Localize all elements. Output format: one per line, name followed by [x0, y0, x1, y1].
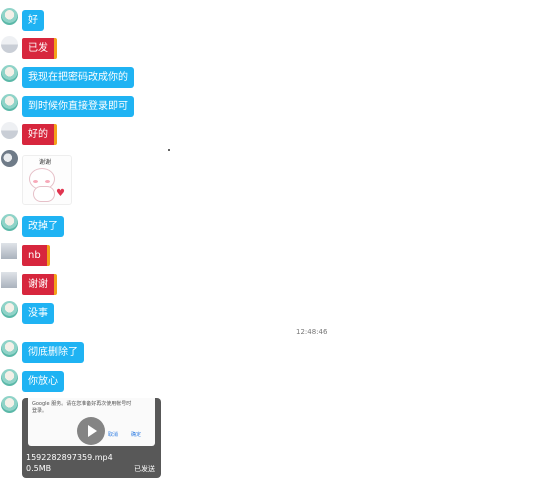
video-filename: 1592282897359.mp4	[26, 453, 113, 462]
message-bubble[interactable]: 好	[22, 10, 44, 31]
video-message[interactable]: Google 服务。请在您准备好再次使用帐号时登录。 取消 确定 1592282…	[22, 398, 161, 478]
contact-avatar[interactable]	[1, 94, 18, 111]
contact-avatar[interactable]	[1, 150, 18, 167]
message-bubble[interactable]: 彻底删除了	[22, 342, 84, 363]
message-bubble[interactable]: 我现在把密码改成你的	[22, 67, 134, 88]
message-bubble[interactable]: 好的	[22, 124, 57, 145]
message-bubble[interactable]: 你放心	[22, 371, 64, 392]
contact-avatar[interactable]	[1, 65, 18, 82]
sticker-caption: 谢谢	[39, 159, 52, 166]
heart-icon: ♥	[56, 188, 65, 199]
contact-avatar[interactable]	[1, 340, 18, 357]
cat-body	[33, 186, 55, 202]
stray-dot	[168, 149, 170, 151]
message-bubble[interactable]: nb	[22, 245, 50, 266]
contact-avatar[interactable]	[1, 243, 17, 259]
message-bubble[interactable]: 已发	[22, 38, 57, 59]
play-icon[interactable]	[77, 417, 105, 445]
message-bubble[interactable]: 没事	[22, 303, 54, 324]
contact-avatar[interactable]	[1, 369, 18, 386]
message-bubble[interactable]: 改掉了	[22, 216, 64, 237]
message-bubble[interactable]: 谢谢	[22, 274, 57, 295]
contact-avatar[interactable]	[1, 396, 18, 413]
cat-blush	[45, 180, 50, 183]
contact-avatar[interactable]	[1, 8, 18, 25]
thumbnail-cancel-text: 取消	[108, 432, 119, 438]
contact-avatar[interactable]	[1, 36, 18, 53]
message-bubble[interactable]: 到时候你直接登录即可	[22, 96, 134, 117]
thumbnail-text: Google 服务。请在您准备好再次使用帐号时登录。	[32, 401, 132, 414]
contact-avatar[interactable]	[1, 301, 18, 318]
contact-avatar[interactable]	[1, 214, 18, 231]
sticker-message[interactable]: 谢谢 ♥	[22, 155, 72, 205]
cat-blush	[33, 180, 38, 183]
video-filesize: 0.5MB	[26, 464, 52, 473]
thumbnail-confirm-text: 确定	[131, 432, 142, 438]
contact-avatar[interactable]	[1, 122, 18, 139]
sent-status: 已发送	[134, 465, 155, 473]
contact-avatar[interactable]	[1, 272, 17, 288]
timestamp: 12:48:46	[296, 328, 328, 336]
